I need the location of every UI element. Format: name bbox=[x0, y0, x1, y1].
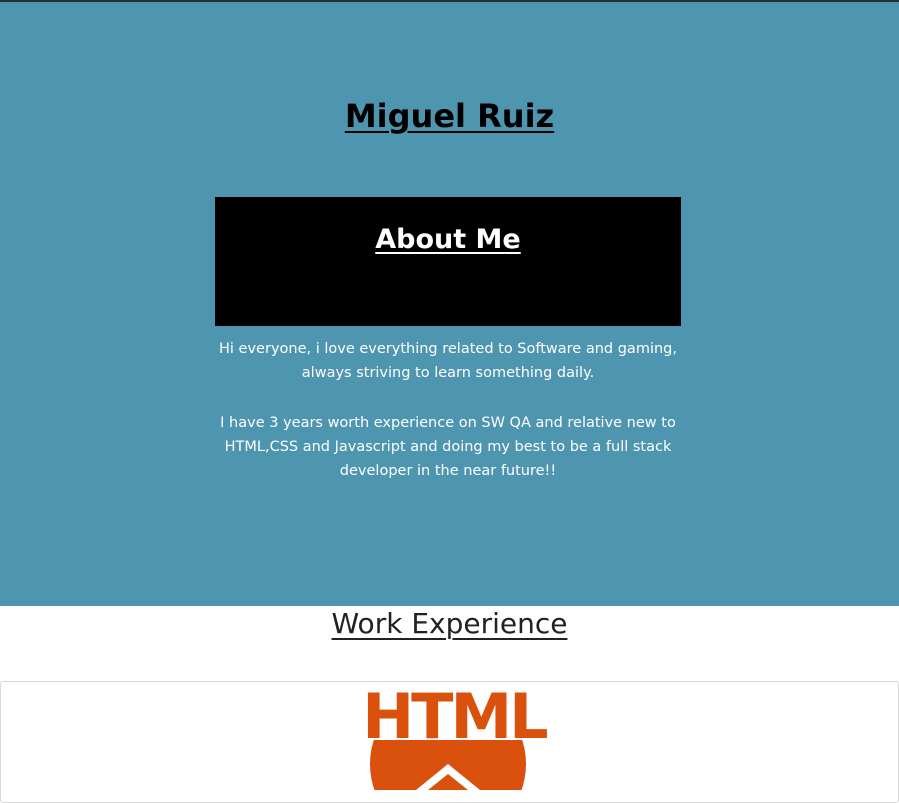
about-me-banner: About Me bbox=[215, 197, 681, 326]
html5-logo-icon: HTML bbox=[348, 684, 560, 790]
about-paragraph-1: Hi everyone, i love everything related t… bbox=[219, 341, 677, 381]
html-logo-text: HTML bbox=[362, 684, 547, 753]
work-experience-heading: Work Experience bbox=[331, 607, 568, 640]
about-me-text: Hi everyone, i love everything related t… bbox=[215, 337, 681, 483]
about-paragraph-2: I have 3 years worth experience on SW QA… bbox=[220, 415, 676, 479]
page-title: Miguel Ruiz bbox=[344, 97, 555, 135]
about-me-heading: About Me bbox=[375, 224, 521, 255]
